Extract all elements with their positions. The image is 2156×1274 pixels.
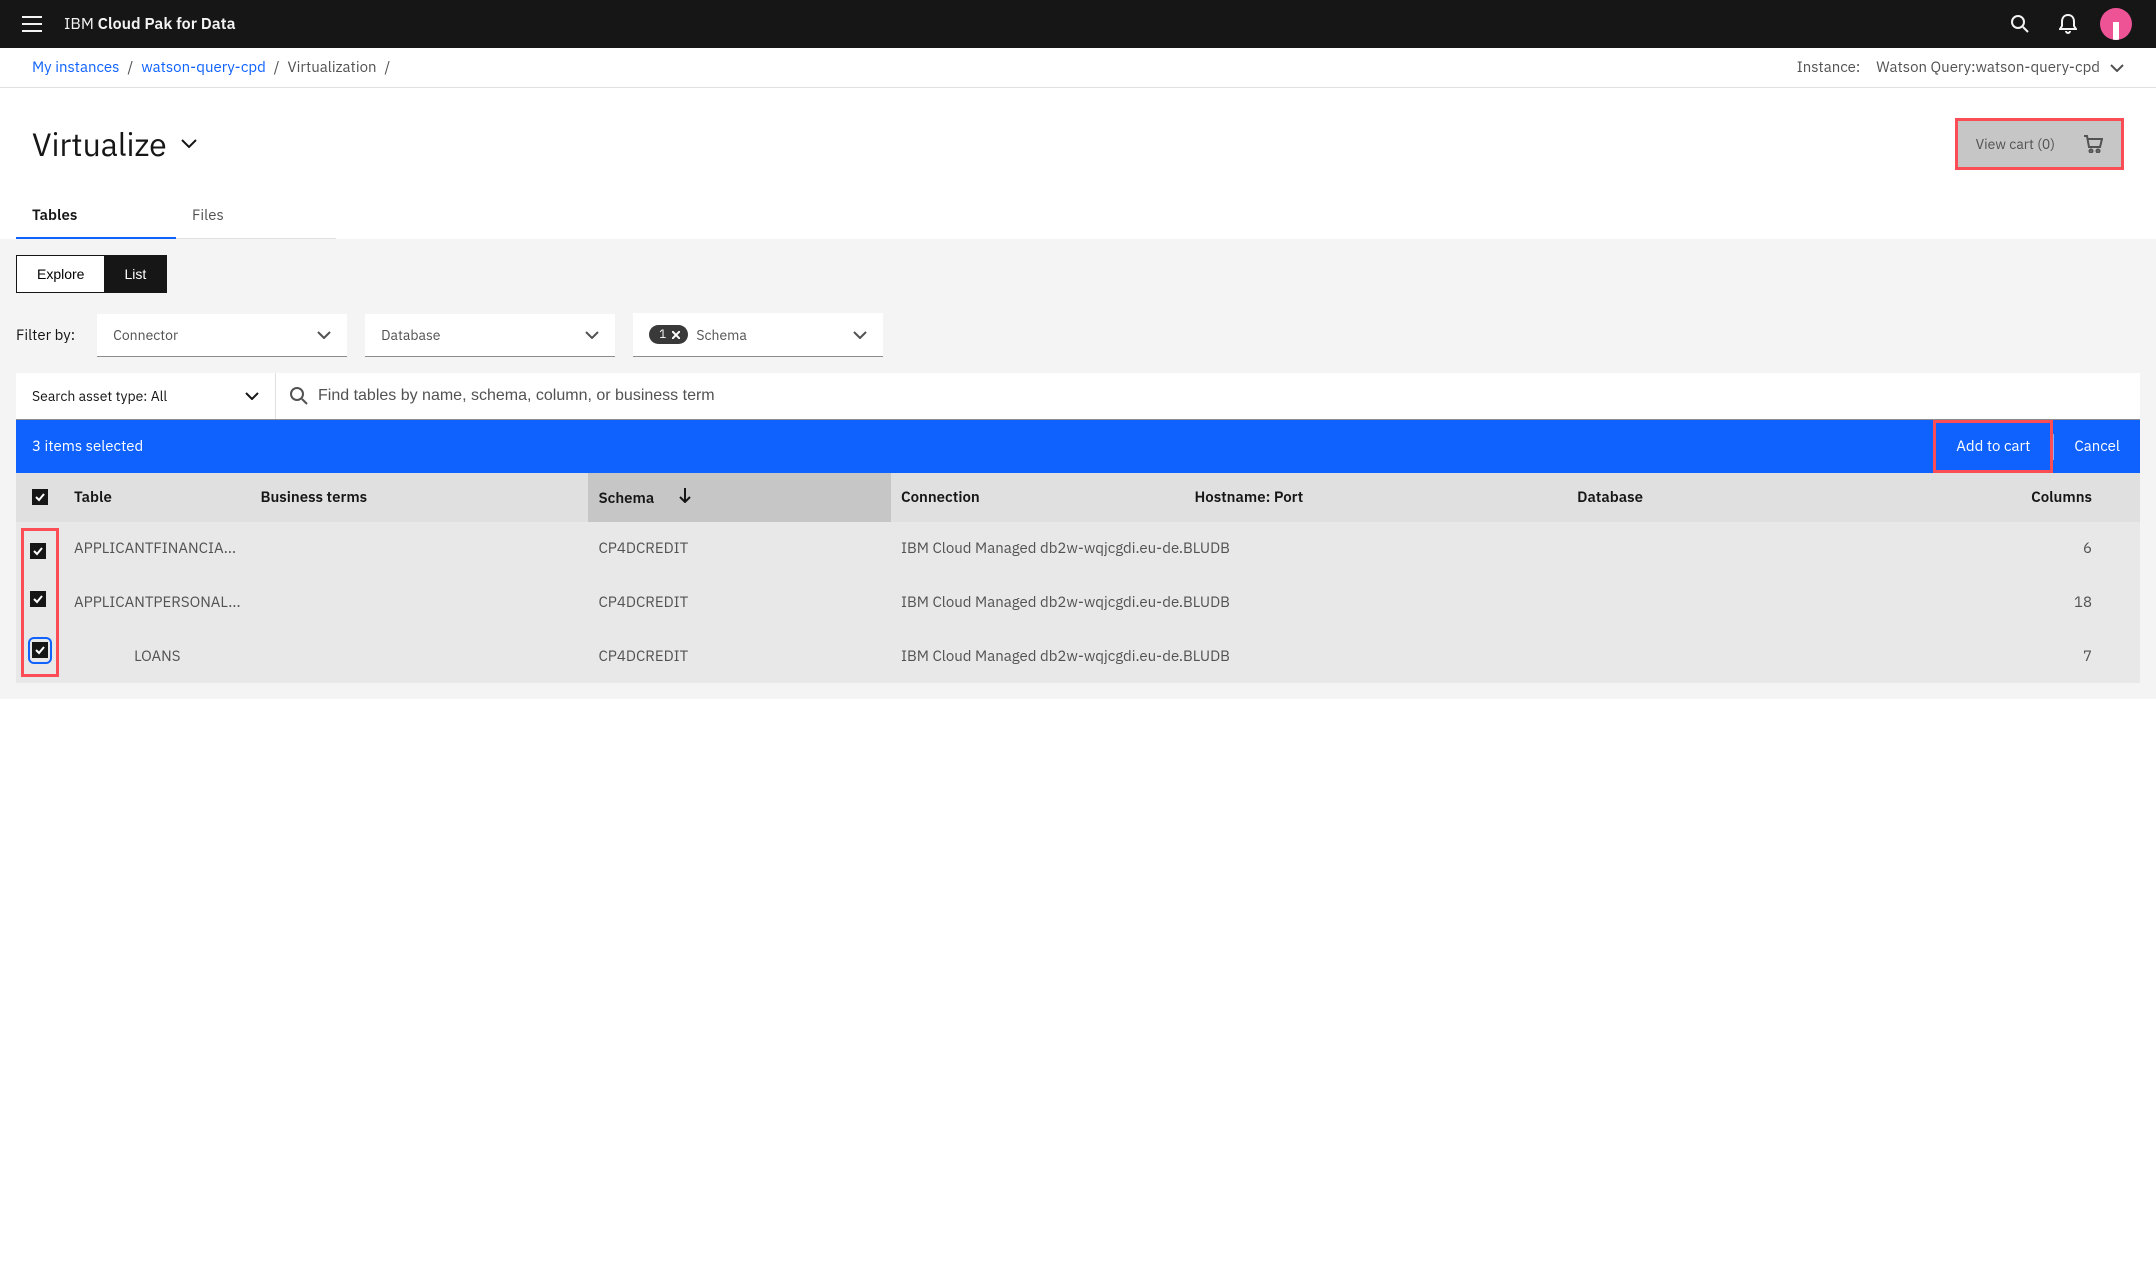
filter-area: Explore List Filter by: Connector Databa… — [0, 239, 2156, 699]
cell-schema: CP4DCREDIT — [588, 522, 890, 576]
breadcrumb-current: Virtualization — [288, 58, 377, 77]
cancel-button[interactable]: Cancel — [2054, 423, 2140, 470]
toggle-explore[interactable]: Explore — [17, 256, 104, 292]
filter-label: Filter by: — [16, 326, 75, 345]
cell-terms — [251, 629, 589, 683]
schema-count: 1 — [659, 327, 666, 342]
chevron-down-icon — [853, 331, 867, 339]
page-title: Virtualize — [32, 123, 167, 165]
subheader: My instances / watson-query-cpd / Virtua… — [0, 48, 2156, 88]
cell-terms — [251, 576, 589, 630]
titlebar: Virtualize View cart (0) — [0, 88, 2156, 194]
search-icon[interactable] — [1996, 0, 2044, 48]
filter-schema-label: Schema — [696, 326, 747, 344]
cell-connection: IBM Cloud Managed db2w-wqjcgdi.eu-de.BLU… — [891, 522, 1823, 576]
row-checkbox-focus — [30, 639, 50, 662]
chevron-down-icon — [245, 392, 259, 400]
asset-type-label: Search asset type: All — [32, 387, 167, 405]
filter-connector-label: Connector — [113, 326, 178, 344]
cell-cols: 18 — [1822, 576, 2140, 630]
cell-cols: 7 — [1822, 629, 2140, 683]
col-terms[interactable]: Business terms — [251, 473, 589, 522]
cell-connection: IBM Cloud Managed db2w-wqjcgdi.eu-de.BLU… — [891, 576, 1823, 630]
search-input[interactable] — [308, 373, 2126, 419]
col-database[interactable]: Database — [1567, 473, 1822, 522]
filter-database[interactable]: Database — [365, 314, 615, 357]
app-header: IBM Cloud Pak for Data — [0, 0, 2156, 48]
asset-type-select[interactable]: Search asset type: All — [16, 373, 276, 419]
view-cart-button[interactable]: View cart (0) — [1955, 118, 2124, 170]
col-table[interactable]: Table — [64, 473, 251, 522]
tab-files[interactable]: Files — [176, 194, 336, 239]
chevron-down-icon — [2110, 64, 2124, 72]
filter-connector[interactable]: Connector — [97, 314, 347, 357]
cell-connection: IBM Cloud Managed db2w-wqjcgdi.eu-de.BLU… — [891, 629, 1823, 683]
cell-table: LOANS — [64, 629, 251, 683]
col-connection[interactable]: Connection — [891, 473, 1185, 522]
brand-prefix: IBM — [64, 14, 98, 34]
tab-tables[interactable]: Tables — [16, 194, 176, 239]
breadcrumb-watson-query[interactable]: watson-query-cpd — [141, 58, 266, 77]
filter-schema[interactable]: 1 Schema — [633, 313, 883, 357]
cell-schema: CP4DCREDIT — [588, 629, 890, 683]
col-hostport[interactable]: Hostname: Port — [1184, 473, 1567, 522]
toggle-list[interactable]: List — [104, 256, 166, 292]
tabs: Tables Files — [0, 194, 2156, 239]
close-icon[interactable] — [672, 331, 680, 339]
table-body: APPLICANTFINANCIA... CP4DCREDIT IBM Clou… — [16, 522, 2140, 683]
instance-label: Instance: — [1797, 58, 1861, 77]
table-row: APPLICANTFINANCIA... CP4DCREDIT IBM Clou… — [16, 522, 2140, 576]
checkbox-highlight — [21, 528, 59, 677]
table-row: APPLICANTPERSONAL... CP4DCREDIT IBM Clou… — [16, 576, 2140, 630]
col-schema[interactable]: Schema — [588, 473, 890, 522]
breadcrumb: My instances / watson-query-cpd / Virtua… — [32, 58, 390, 77]
schema-filter-pill[interactable]: 1 — [649, 325, 688, 344]
cell-table: APPLICANTFINANCIA... — [64, 522, 251, 576]
cell-table: APPLICANTPERSONAL... — [64, 576, 251, 630]
col-schema-label: Schema — [598, 489, 654, 508]
breadcrumb-my-instances[interactable]: My instances — [32, 58, 119, 77]
brand-title: IBM Cloud Pak for Data — [64, 14, 236, 34]
search-icon — [290, 387, 308, 405]
selection-bar: 3 items selected Add to cart Cancel — [16, 420, 2140, 473]
search-row: Search asset type: All — [16, 373, 2140, 420]
instance-value: Watson Query:watson-query-cpd — [1876, 58, 2100, 77]
chevron-down-icon — [585, 331, 599, 339]
breadcrumb-sep: / — [274, 58, 280, 77]
view-cart-label: View cart (0) — [1976, 135, 2055, 153]
cell-schema: CP4DCREDIT — [588, 576, 890, 630]
add-to-cart-button[interactable]: Add to cart — [1933, 420, 2053, 473]
selection-count: 3 items selected — [16, 437, 1933, 456]
breadcrumb-sep: / — [127, 58, 133, 77]
chevron-down-icon — [181, 139, 197, 149]
cell-cols: 6 — [1822, 522, 2140, 576]
filter-database-label: Database — [381, 326, 440, 344]
col-columns[interactable]: Columns — [1822, 473, 2140, 522]
table-head: Table Business terms Schema Connection H… — [16, 473, 2140, 522]
cell-terms — [251, 522, 589, 576]
sort-down-icon — [678, 487, 692, 503]
filter-row: Filter by: Connector Database 1 Schema — [16, 313, 2140, 357]
title-dropdown[interactable] — [181, 139, 197, 149]
row-checkbox[interactable] — [30, 543, 46, 559]
view-toggle: Explore List — [16, 255, 167, 293]
row-checkbox[interactable] — [30, 591, 46, 607]
table-row: LOANS CP4DCREDIT IBM Cloud Managed db2w-… — [16, 629, 2140, 683]
cart-icon — [2083, 135, 2103, 153]
select-all-checkbox[interactable] — [32, 489, 48, 505]
chevron-down-icon — [317, 331, 331, 339]
hamburger-menu-icon[interactable] — [16, 0, 64, 48]
brand-name: Cloud Pak for Data — [98, 14, 236, 34]
notifications-icon[interactable] — [2044, 0, 2092, 48]
breadcrumb-sep: / — [385, 58, 391, 77]
data-table: Table Business terms Schema Connection H… — [16, 473, 2140, 683]
row-checkbox[interactable] — [32, 642, 48, 658]
search-box — [276, 373, 2140, 419]
avatar[interactable] — [2092, 0, 2140, 48]
instance-select[interactable]: Watson Query:watson-query-cpd — [1876, 58, 2124, 77]
